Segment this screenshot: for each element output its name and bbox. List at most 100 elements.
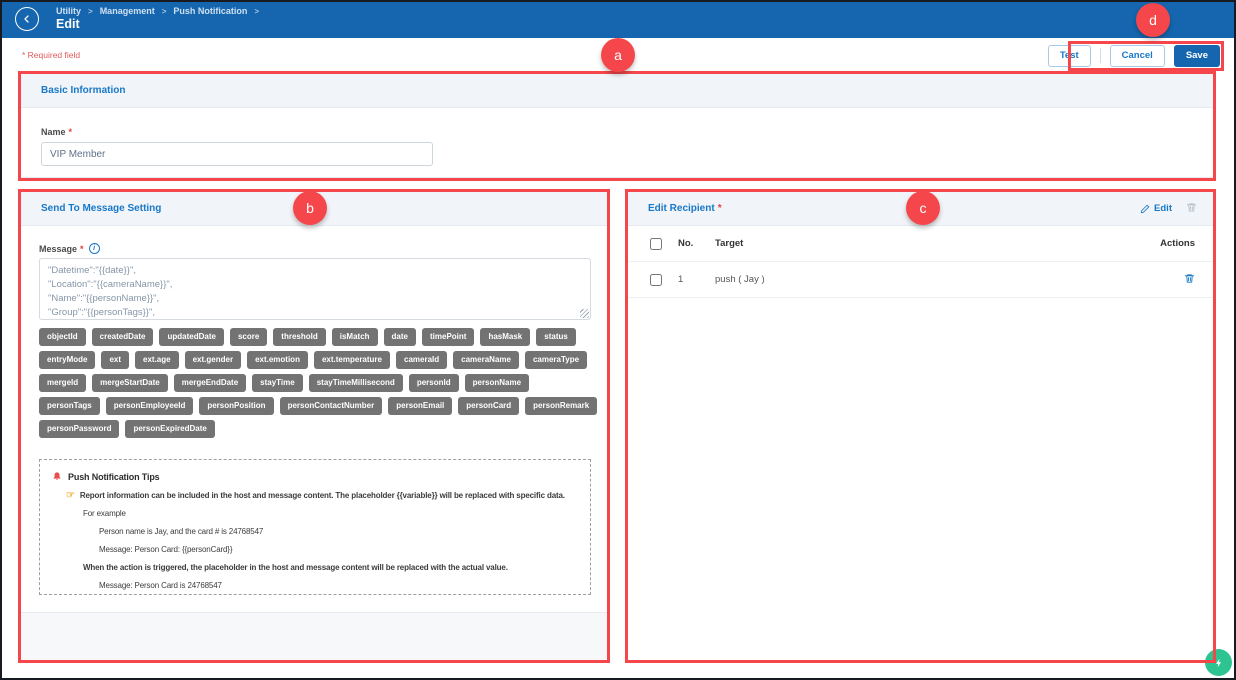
row-number: 1 xyxy=(678,274,715,285)
variable-tag[interactable]: cameraType xyxy=(525,351,587,369)
variable-tag[interactable]: cameraName xyxy=(453,351,519,369)
push-notification-tips: Push Notification Tips ☞ Report informat… xyxy=(39,459,591,595)
tips-intro: Report information can be included in th… xyxy=(80,491,565,500)
message-setting-section: Send To Message Setting Message* i "Date… xyxy=(20,191,608,662)
variable-tag-list: objectId createdDate updatedDate score thres… xyxy=(39,328,595,438)
chevron-left-icon xyxy=(21,13,33,25)
variable-tag[interactable]: isMatch xyxy=(332,328,378,346)
variable-tag[interactable]: updatedDate xyxy=(159,328,223,346)
variable-tag[interactable]: mergeEndDate xyxy=(174,374,246,392)
variable-tag[interactable]: personEmployeeId xyxy=(106,397,194,415)
variable-tag[interactable]: personRemark xyxy=(525,397,597,415)
floating-widget-button[interactable] xyxy=(1205,649,1232,676)
tips-title: Push Notification Tips xyxy=(68,472,160,482)
variable-tag[interactable]: date xyxy=(384,328,416,346)
variable-tag[interactable]: mergeId xyxy=(39,374,86,392)
bell-icon xyxy=(52,471,62,482)
breadcrumb-item[interactable]: Push Notification xyxy=(173,6,247,16)
toolbar-divider xyxy=(1100,48,1101,63)
variable-tag[interactable]: stayTimeMillisecond xyxy=(309,374,403,392)
delete-row-button[interactable] xyxy=(1153,273,1213,287)
required-asterisk: * xyxy=(69,127,73,137)
name-field[interactable] xyxy=(41,142,433,166)
message-textarea[interactable]: "Datetime":"{{date}}", "Location":"{{cam… xyxy=(39,258,591,320)
edit-recipient-button[interactable]: Edit xyxy=(1140,203,1172,214)
variable-tag[interactable]: ext xyxy=(101,351,129,369)
top-navigation-bar: Utility > Management > Push Notification… xyxy=(0,0,1236,38)
edit-recipient-header: Edit Recipient* Edit xyxy=(628,192,1213,226)
variable-tag[interactable]: objectId xyxy=(39,328,86,346)
breadcrumb-item[interactable]: Management xyxy=(100,6,155,16)
row-checkbox[interactable] xyxy=(650,274,662,286)
variable-tag[interactable]: ext.age xyxy=(135,351,179,369)
tag-row: objectId createdDate updatedDate score thres… xyxy=(39,328,595,346)
variable-tag[interactable]: personPassword xyxy=(39,420,119,438)
pencil-icon xyxy=(1140,204,1150,214)
textarea-resize-handle[interactable] xyxy=(580,309,589,318)
back-button[interactable] xyxy=(15,7,39,31)
page-title: Edit xyxy=(56,17,80,31)
variable-tag[interactable]: personEmail xyxy=(388,397,452,415)
variable-tag[interactable]: ext.emotion xyxy=(247,351,308,369)
tips-example-line: Message: Person Card: {{personCard}} xyxy=(52,545,578,554)
recipient-header-actions: Edit xyxy=(1140,202,1197,216)
variable-tag[interactable]: status xyxy=(536,328,576,346)
breadcrumb-item[interactable]: Utility xyxy=(56,6,81,16)
tips-trigger-example: Message: Person Card is 24768547 xyxy=(52,581,578,590)
variable-tag[interactable]: personId xyxy=(409,374,459,392)
tips-title-row: Push Notification Tips xyxy=(52,471,578,482)
basic-information-header: Basic Information xyxy=(21,74,1213,108)
column-no: No. xyxy=(678,238,715,249)
basic-information-section: Basic Information Name* xyxy=(20,73,1214,178)
variable-tag[interactable]: ext.temperature xyxy=(314,351,390,369)
push-notification-edit-page: Utility > Management > Push Notification… xyxy=(0,0,1236,680)
variable-tag[interactable]: personContactNumber xyxy=(280,397,383,415)
tag-row: personPassword personExpiredDate xyxy=(39,420,595,438)
variable-tag[interactable]: personTags xyxy=(39,397,100,415)
tag-row: entryMode ext ext.age ext.gender ext.emotion… xyxy=(39,351,595,369)
name-label: Name* xyxy=(41,127,72,137)
variable-tag[interactable]: personName xyxy=(465,374,529,392)
variable-tag[interactable]: ext.gender xyxy=(185,351,241,369)
variable-tag[interactable]: cameraId xyxy=(396,351,447,369)
column-actions: Actions xyxy=(1153,238,1213,249)
tips-example-line: Person name is Jay, and the card # is 24… xyxy=(52,527,578,536)
recipient-row: 1 push ( Jay ) xyxy=(628,262,1213,298)
variable-tag[interactable]: stayTime xyxy=(252,374,303,392)
trash-icon xyxy=(1184,273,1195,284)
variable-tag[interactable]: personPosition xyxy=(199,397,273,415)
message-label: Message* xyxy=(39,244,84,254)
message-label-row: Message* i xyxy=(39,243,100,254)
message-section-footer xyxy=(21,612,607,661)
column-target: Target xyxy=(715,238,1153,249)
bolt-icon xyxy=(1214,657,1224,669)
cancel-button[interactable]: Cancel xyxy=(1110,45,1165,67)
select-all-checkbox[interactable] xyxy=(650,238,662,250)
variable-tag[interactable]: hasMask xyxy=(480,328,530,346)
info-icon[interactable]: i xyxy=(89,243,100,254)
variable-tag[interactable]: entryMode xyxy=(39,351,95,369)
variable-tag[interactable]: timePoint xyxy=(422,328,474,346)
breadcrumb: Utility > Management > Push Notification… xyxy=(56,6,259,16)
variable-tag[interactable]: mergeStartDate xyxy=(92,374,168,392)
section-title: Send To Message Setting xyxy=(41,203,161,214)
breadcrumb-separator: > xyxy=(254,7,259,16)
toolbar-actions: Test Cancel Save xyxy=(1048,45,1220,67)
test-button[interactable]: Test xyxy=(1048,45,1091,67)
variable-tag[interactable]: threshold xyxy=(273,328,325,346)
annotation-marker-a: a xyxy=(601,38,635,72)
edit-recipient-section: Edit Recipient* Edit No. Target Actions xyxy=(627,191,1214,662)
recipient-table-header: No. Target Actions xyxy=(628,226,1213,262)
save-button[interactable]: Save xyxy=(1174,45,1220,67)
variable-tag[interactable]: score xyxy=(230,328,267,346)
required-asterisk: * xyxy=(80,244,84,254)
recipient-table-body: 1 push ( Jay ) xyxy=(628,262,1213,298)
trash-icon xyxy=(1186,202,1197,213)
required-asterisk: * xyxy=(718,203,722,214)
variable-tag[interactable]: personExpiredDate xyxy=(125,420,214,438)
delete-selected-button[interactable] xyxy=(1186,202,1197,216)
variable-tag[interactable]: createdDate xyxy=(92,328,154,346)
tag-row: mergeId mergeStartDate mergeEndDate stayTim… xyxy=(39,374,595,392)
section-title: Basic Information xyxy=(41,85,125,96)
variable-tag[interactable]: personCard xyxy=(458,397,519,415)
